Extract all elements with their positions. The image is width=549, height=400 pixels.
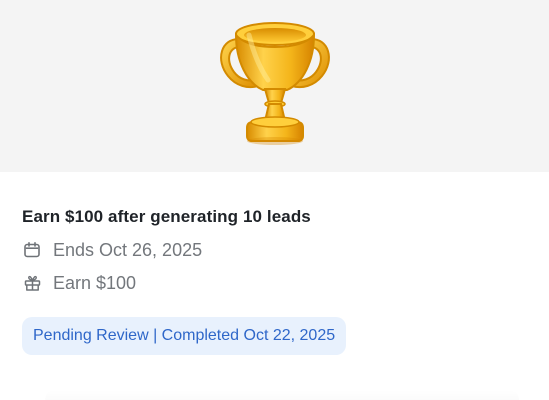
reward-card: Earn $100 after generating 10 leads Ends… — [0, 0, 549, 400]
gift-icon — [22, 273, 42, 293]
status-badge: Pending Review | Completed Oct 22, 2025 — [22, 317, 347, 355]
reward-hero — [0, 0, 549, 172]
trophy-icon — [220, 22, 330, 145]
reward-amount-row: Earn $100 — [22, 270, 527, 296]
card-bottom-shadow — [45, 390, 519, 400]
reward-title: Earn $100 after generating 10 leads — [22, 207, 311, 226]
end-date-row: Ends Oct 26, 2025 — [22, 237, 527, 263]
calendar-icon — [22, 240, 42, 260]
end-date-label: Ends Oct 26, 2025 — [53, 240, 203, 260]
reward-details: Earn $100 after generating 10 leads Ends… — [22, 204, 527, 355]
reward-amount-label: Earn $100 — [53, 273, 137, 293]
